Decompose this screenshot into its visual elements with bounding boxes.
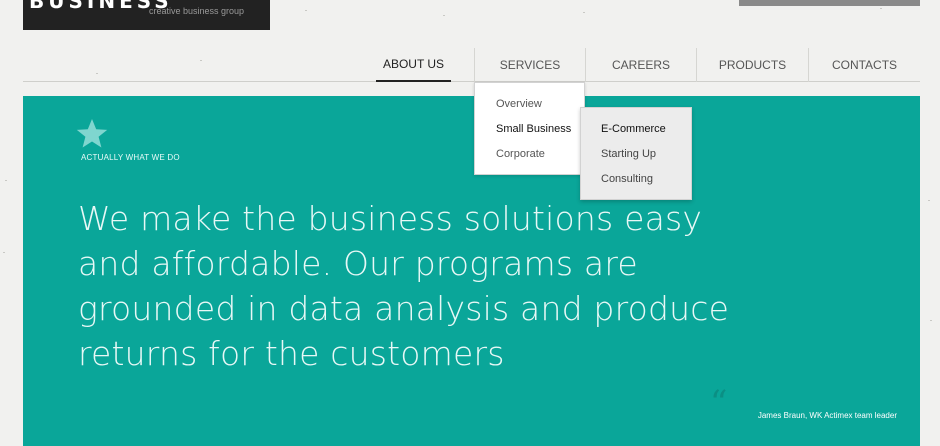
submenu-item-consulting[interactable]: Consulting <box>601 173 653 185</box>
main-nav: ABOUT US SERVICES CAREERS PRODUCTS CONTA… <box>23 48 920 82</box>
texture-speck <box>305 10 307 11</box>
dropdown-item-corporate[interactable]: Corporate <box>496 148 545 160</box>
nav-item-products[interactable]: PRODUCTS <box>696 48 808 82</box>
search-bar[interactable] <box>739 0 920 6</box>
texture-speck <box>3 252 5 253</box>
texture-speck <box>443 15 445 16</box>
quote-icon: “ <box>710 383 728 423</box>
texture-speck <box>583 12 585 13</box>
texture-speck <box>930 320 932 321</box>
hero-headline: We make the business solutions easy and … <box>78 199 730 373</box>
star-icon <box>76 119 108 148</box>
hero-panel: ACTUALLY WHAT WE DO We make the business… <box>23 96 920 446</box>
services-dropdown: Overview Small Business Corporate <box>474 82 585 175</box>
texture-speck <box>928 200 930 201</box>
nav-item-careers[interactable]: CAREERS <box>585 48 696 82</box>
nav-item-services[interactable]: SERVICES <box>474 48 585 82</box>
logo-tagline: creative business group <box>149 6 245 16</box>
quote-author: James Braun, WK Actimex team leader <box>757 411 897 420</box>
nav-item-contacts[interactable]: CONTACTS <box>808 48 920 82</box>
dropdown-item-overview[interactable]: Overview <box>496 98 542 110</box>
site-logo[interactable]: BUSINESS creative business group <box>23 0 270 30</box>
nav-item-about-us[interactable]: ABOUT US <box>376 48 451 82</box>
hero-eyebrow: ACTUALLY WHAT WE DO <box>81 153 180 162</box>
texture-speck <box>5 180 7 181</box>
dropdown-item-small-business[interactable]: Small Business <box>496 123 571 135</box>
submenu-item-starting-up[interactable]: Starting Up <box>601 148 656 160</box>
texture-speck <box>880 8 882 9</box>
small-business-submenu: E-Commerce Starting Up Consulting <box>580 107 692 200</box>
submenu-item-e-commerce[interactable]: E-Commerce <box>601 123 666 135</box>
